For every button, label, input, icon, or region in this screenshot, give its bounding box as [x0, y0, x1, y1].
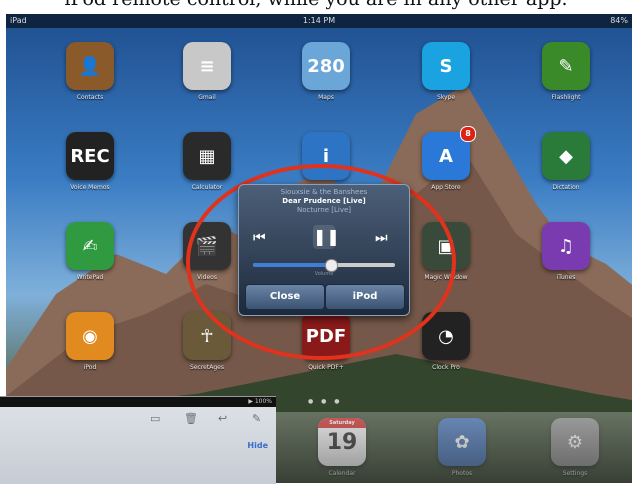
previous-track-icon[interactable]: ⏮ — [253, 230, 266, 246]
app-label: Maps — [318, 94, 334, 101]
app-glyph-icon: ✎ — [542, 42, 590, 90]
ipod-button[interactable]: iPod — [325, 284, 405, 310]
reply-icon[interactable]: ↩ — [218, 412, 227, 425]
mail-status-bar: ▶ 100% — [0, 397, 276, 407]
app-icon[interactable]: 280 Maps — [294, 42, 358, 101]
now-playing-artist: Siouxsie & the Banshees — [280, 188, 368, 196]
app-label: Clock Pro — [432, 364, 460, 371]
app-label: Gmail — [198, 94, 216, 101]
app-glyph-icon: ▦ — [183, 132, 231, 180]
app-glyph-icon: ✍ — [66, 222, 114, 270]
app-icon[interactable]: ≡ Gmail — [175, 42, 239, 101]
app-label: Dictation — [552, 184, 580, 191]
app-icon[interactable]: ◆ Dictation — [534, 132, 598, 191]
app-glyph-icon: REC — [66, 132, 114, 180]
article-caption: iPod remote control, while you are in an… — [0, 0, 632, 12]
app-label: Voice Memos — [70, 184, 110, 191]
folder-icon[interactable]: ▭ — [150, 412, 160, 425]
notification-badge: 8 — [460, 126, 476, 142]
compose-icon[interactable]: ✎ — [252, 412, 261, 425]
app-label: Contacts — [76, 94, 104, 101]
page-indicator: ● ● ● — [308, 398, 343, 405]
app-label: iPod — [83, 364, 97, 371]
next-track-icon[interactable]: ⏭ — [375, 230, 388, 246]
app-label: Skype — [436, 94, 456, 101]
close-button[interactable]: Close — [245, 284, 325, 310]
app-icon[interactable]: ✍ WritePad — [58, 222, 122, 281]
app-icon[interactable]: ✎ Flashlight — [534, 42, 598, 101]
app-glyph-icon: 280 — [302, 42, 350, 90]
app-label: App Store — [431, 184, 461, 191]
app-glyph-icon: ≡ — [183, 42, 231, 90]
status-bar: iPad 1:14 PM 84% — [6, 14, 632, 28]
app-label: iTunes — [556, 274, 576, 281]
app-icon[interactable]: 👤 Contacts — [58, 42, 122, 101]
app-icon[interactable]: ♫ iTunes — [534, 222, 598, 281]
pause-icon[interactable]: ❚❚ — [313, 225, 340, 249]
app-label: Flashlight — [551, 94, 581, 101]
app-glyph-icon: A8 — [422, 126, 476, 180]
volume-fill — [253, 263, 332, 267]
now-playing-song: Dear Prudence [Live] — [282, 197, 366, 205]
mail-toolbar: ▭ 🗑 ↩ ✎ — [0, 407, 276, 431]
ipod-remote-popup: Siouxsie & the Banshees Dear Prudence [L… — [238, 184, 410, 316]
app-icon[interactable]: ▦ Calculator — [175, 132, 239, 191]
now-playing-album: Nocturne [Live] — [296, 206, 352, 214]
clock: 1:14 PM — [302, 16, 336, 25]
app-label: SecretAges — [190, 364, 224, 371]
dock — [266, 412, 632, 483]
volume-slider[interactable] — [253, 259, 395, 272]
app-icon[interactable]: REC Voice Memos — [58, 132, 122, 191]
mail-inset: ▶ 100% ▭ 🗑 ↩ ✎ Hide — [0, 396, 276, 484]
app-glyph-icon: ♫ — [542, 222, 590, 270]
app-glyph-icon: 👤 — [66, 42, 114, 90]
hide-button[interactable]: Hide — [247, 441, 268, 450]
app-glyph-icon: ◉ — [66, 312, 114, 360]
app-icon[interactable]: ◉ iPod — [58, 312, 122, 371]
app-icon[interactable]: S Skype — [414, 42, 478, 101]
trash-icon[interactable]: 🗑 — [184, 412, 198, 425]
battery: 84% — [610, 16, 628, 25]
app-icon[interactable]: A 8 App Store — [414, 126, 478, 191]
app-glyph-icon: ◆ — [542, 132, 590, 180]
app-label: WritePad — [76, 274, 104, 281]
app-glyph-icon: S — [422, 42, 470, 90]
app-label: Quick PDF+ — [308, 364, 344, 371]
volume-label: Volume — [314, 271, 334, 277]
